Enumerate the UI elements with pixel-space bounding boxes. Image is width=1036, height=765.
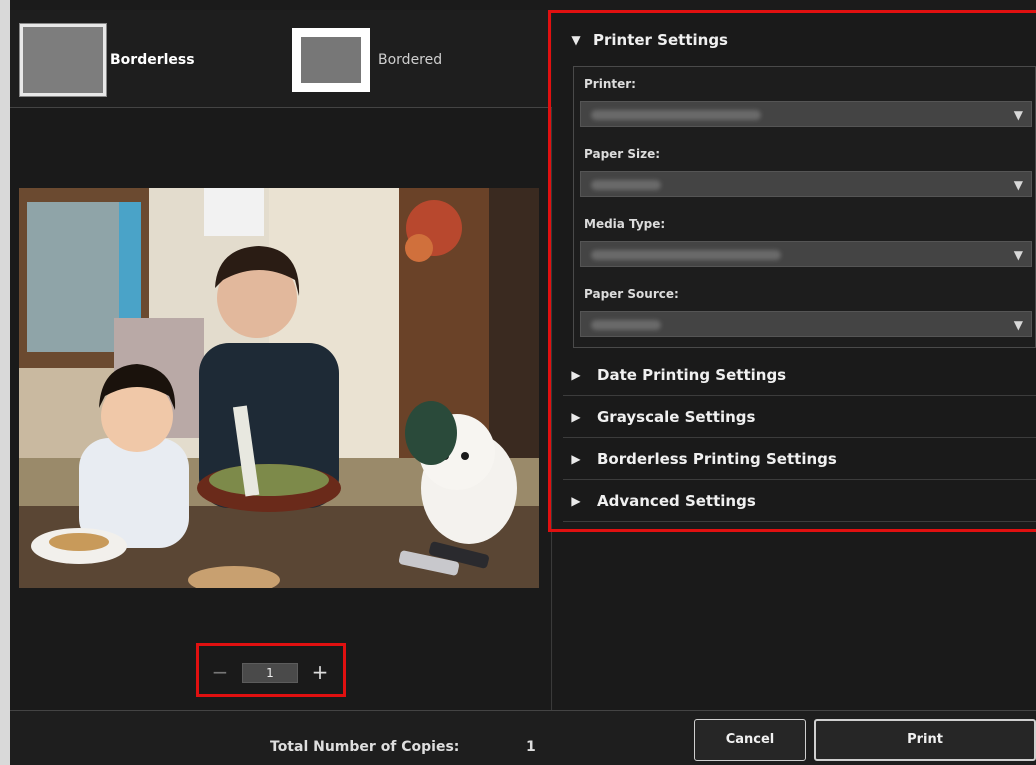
printer-settings-title: Printer Settings	[593, 31, 728, 49]
date-printing-settings-label: Date Printing Settings	[597, 365, 787, 384]
dropdown-arrow-icon: ▼	[1013, 178, 1023, 192]
dropdown-arrow-icon: ▼	[1013, 108, 1023, 122]
borderless-thumbnail-icon	[20, 24, 106, 96]
copies-input[interactable]: 1	[242, 663, 298, 683]
paper-size-label: Paper Size:	[584, 147, 661, 161]
date-printing-settings-header[interactable]: ▶ Date Printing Settings	[563, 354, 1036, 396]
paper-source-label: Paper Source:	[584, 287, 679, 301]
layout-borderless-option[interactable]: Borderless	[20, 24, 195, 96]
preview-panel: Borderless Bordered	[10, 10, 552, 710]
settings-panel: ▼ Printer Settings Printer: ▼ Paper Size…	[553, 10, 1036, 710]
total-copies-label: Total Number of Copies:	[270, 739, 460, 755]
decrease-copies-button[interactable]: −	[208, 661, 232, 685]
layout-selector: Borderless Bordered	[10, 10, 552, 108]
printer-label: Printer:	[584, 77, 636, 91]
print-button[interactable]: Print	[814, 719, 1036, 761]
borderless-printing-settings-label: Borderless Printing Settings	[597, 449, 837, 468]
printer-settings-header[interactable]: ▼ Printer Settings	[563, 24, 1036, 56]
expand-triangle-icon: ▶	[571, 451, 581, 466]
grayscale-settings-header[interactable]: ▶ Grayscale Settings	[563, 396, 1036, 438]
media-type-select[interactable]: ▼	[580, 241, 1032, 267]
collapse-triangle-icon: ▼	[571, 33, 581, 47]
dropdown-arrow-icon: ▼	[1013, 248, 1023, 262]
printer-value-redacted	[591, 110, 761, 120]
paper-size-value-redacted	[591, 180, 661, 190]
bordered-thumbnail-icon	[292, 28, 370, 92]
layout-bordered-option[interactable]: Bordered	[292, 24, 442, 96]
window-edge	[0, 0, 10, 765]
dropdown-arrow-icon: ▼	[1013, 318, 1023, 332]
printer-settings-group: Printer: ▼ Paper Size: ▼ Media Type: ▼ P…	[573, 66, 1036, 348]
advanced-settings-label: Advanced Settings	[597, 491, 756, 510]
paper-source-select[interactable]: ▼	[580, 311, 1032, 337]
media-type-label: Media Type:	[584, 217, 666, 231]
borderless-label: Borderless	[110, 52, 195, 68]
expand-triangle-icon: ▶	[571, 409, 581, 424]
grayscale-settings-label: Grayscale Settings	[597, 407, 756, 426]
footer-bar: Total Number of Copies: 1 Cancel Print	[10, 710, 1036, 765]
expand-triangle-icon: ▶	[571, 367, 581, 382]
printer-select[interactable]: ▼	[580, 101, 1032, 127]
advanced-settings-header[interactable]: ▶ Advanced Settings	[563, 480, 1036, 522]
media-type-value-redacted	[591, 250, 781, 260]
total-copies-value: 1	[526, 739, 536, 755]
borderless-printing-settings-header[interactable]: ▶ Borderless Printing Settings	[563, 438, 1036, 480]
paper-size-select[interactable]: ▼	[580, 171, 1032, 197]
cancel-button[interactable]: Cancel	[694, 719, 806, 761]
copies-stepper: − 1 +	[208, 661, 334, 685]
expand-triangle-icon: ▶	[571, 493, 581, 508]
increase-copies-button[interactable]: +	[308, 661, 332, 685]
bordered-label: Bordered	[378, 52, 443, 68]
paper-source-value-redacted	[591, 320, 661, 330]
print-preview-image	[19, 188, 539, 588]
